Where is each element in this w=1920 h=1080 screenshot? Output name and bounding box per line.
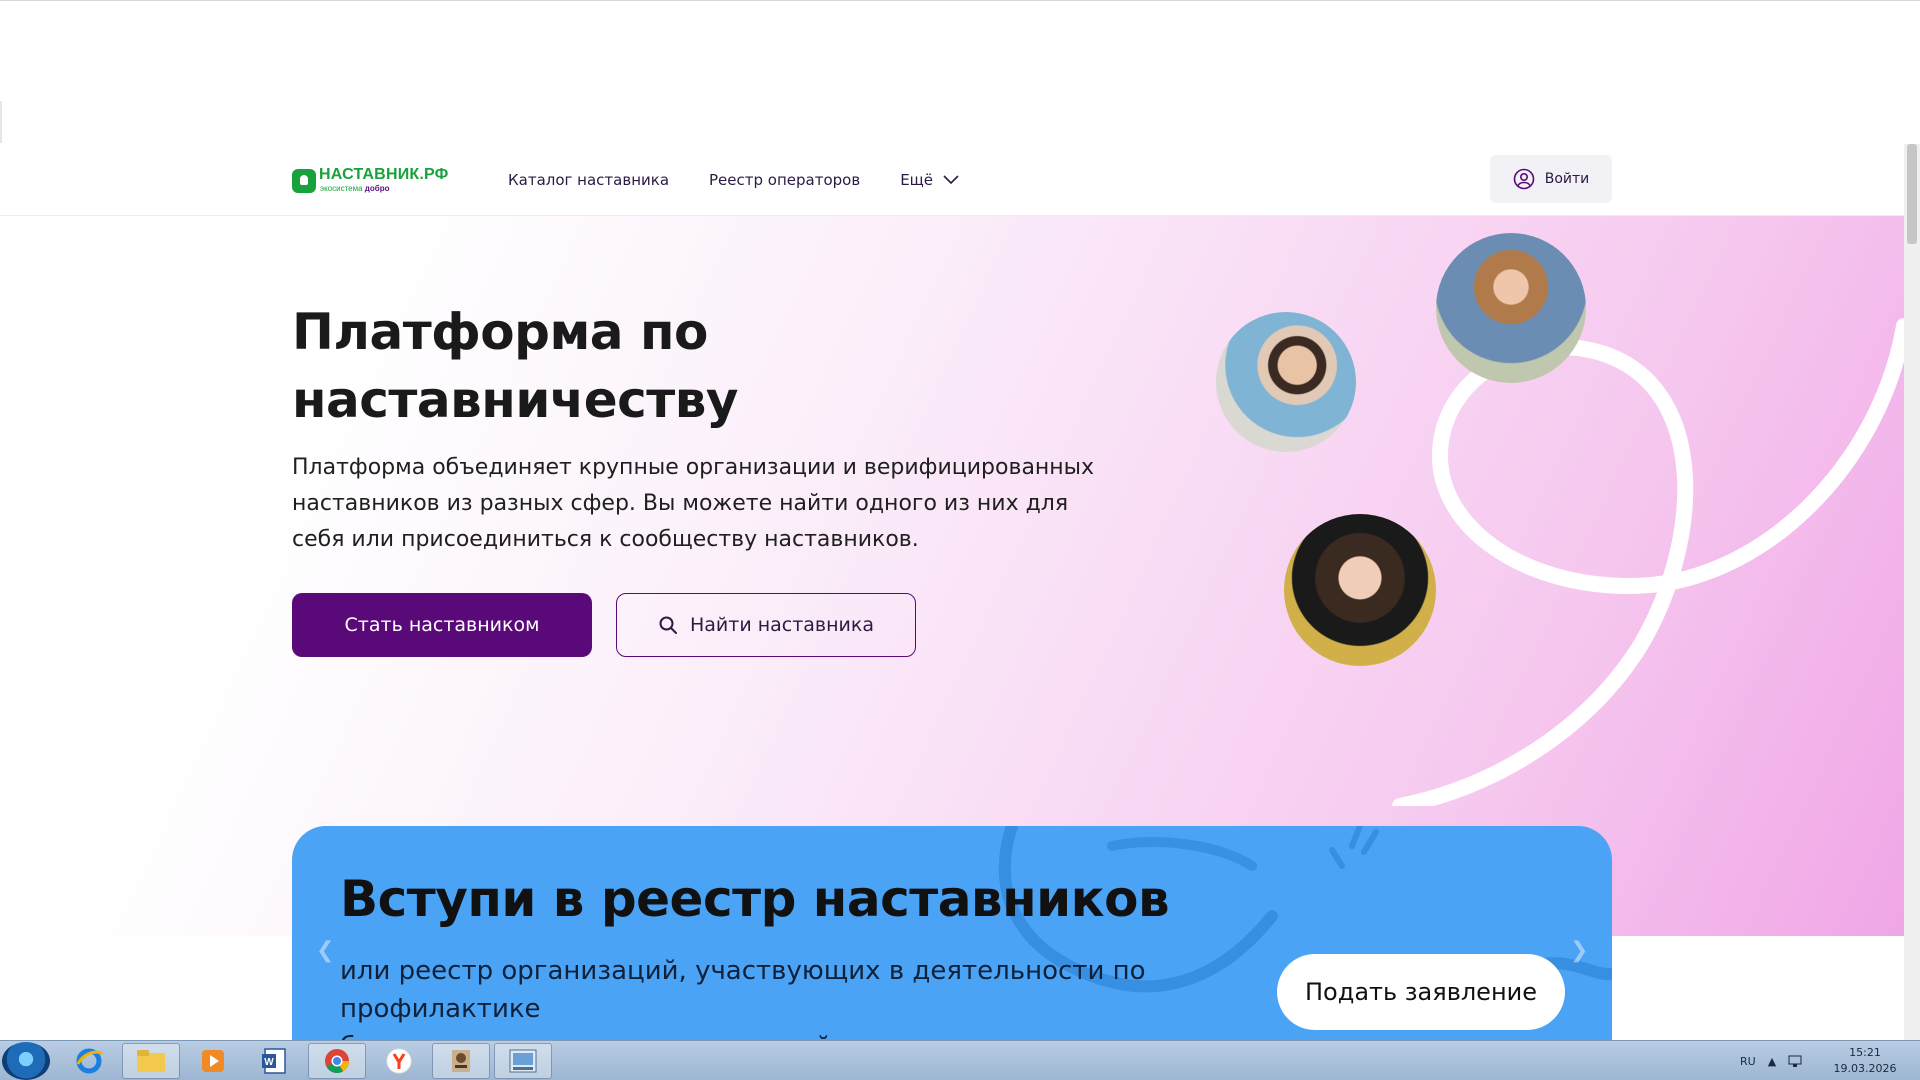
banner-subtitle: или реестр организаций, участвующих в де… [340, 956, 1146, 1040]
svg-text:W: W [264, 1057, 274, 1068]
main-nav: Каталог наставника Реестр операторов Ещё [508, 144, 959, 216]
chevron-left-icon[interactable]: ❮ [316, 938, 334, 963]
banner-title: Вступи в реестр наставников [340, 870, 1170, 928]
file-explorer-icon[interactable] [122, 1043, 180, 1079]
hero-swirl-decoration [1392, 318, 1904, 806]
windows-taskbar: W RU ▲ 15:21 19.03.2026 [0, 1040, 1920, 1080]
nav-more[interactable]: Ещё [900, 171, 959, 189]
avatar-woman-curly [1284, 514, 1436, 666]
login-label: Войти [1544, 171, 1590, 187]
registry-banner: Вступи в реестр наставников или реестр о… [292, 826, 1612, 1040]
avatar-woman-denim [1436, 233, 1586, 383]
system-tray: RU ▲ [1740, 1041, 1804, 1080]
image-viewer-icon[interactable] [494, 1043, 552, 1079]
hero-title: Платформа по наставничеству [292, 303, 738, 429]
web-page: НАСТАВНИК.РФ экосистема добро Каталог на… [0, 144, 1904, 1040]
network-icon[interactable] [1788, 1054, 1804, 1068]
chevron-down-icon [943, 175, 959, 185]
ie-icon[interactable] [60, 1043, 118, 1079]
clock-date: 19.03.2026 [1833, 1062, 1897, 1075]
scrollbar-thumb[interactable] [1907, 144, 1917, 244]
avatar-man [1216, 312, 1356, 452]
dictionary-app-icon[interactable] [432, 1043, 490, 1079]
word-icon[interactable]: W [246, 1043, 304, 1079]
nav-catalog[interactable]: Каталог наставника [508, 171, 669, 189]
find-mentor-label: Найти наставника [689, 614, 875, 636]
logo-badge-icon [292, 169, 316, 193]
page-scrollbar[interactable] [1904, 144, 1920, 1040]
hero-description: Платформа объединяет крупные организации… [292, 455, 1095, 552]
user-circle-icon [1513, 168, 1535, 190]
site-logo[interactable]: НАСТАВНИК.РФ экосистема добро [292, 166, 462, 196]
find-mentor-button[interactable]: Найти наставника [616, 593, 916, 657]
media-player-icon[interactable] [184, 1043, 242, 1079]
browser-blank-area [0, 0, 1920, 144]
search-icon [659, 616, 677, 634]
nav-more-label: Ещё [900, 171, 934, 189]
logo-subtitle: экосистема добро [320, 184, 390, 193]
yandex-browser-icon[interactable] [370, 1043, 428, 1079]
chevron-right-icon[interactable]: ❯ [1570, 938, 1588, 963]
language-indicator[interactable]: RU [1740, 1055, 1756, 1068]
nav-operators-registry[interactable]: Реестр операторов [709, 171, 860, 189]
tray-arrow-icon[interactable]: ▲ [1768, 1055, 1776, 1068]
site-header: НАСТАВНИК.РФ экосистема добро Каталог на… [0, 144, 1904, 216]
become-mentor-button[interactable]: Стать наставником [292, 593, 592, 657]
clock-time: 15:21 [1849, 1046, 1881, 1059]
login-button[interactable]: Войти [1490, 155, 1612, 203]
logo-title: НАСТАВНИК.РФ [319, 166, 449, 183]
chrome-icon[interactable] [308, 1043, 366, 1079]
start-button[interactable] [2, 1042, 50, 1080]
blank-edge-mark [0, 101, 2, 143]
system-clock[interactable]: 15:21 19.03.2026 [1830, 1045, 1900, 1077]
submit-application-button[interactable]: Подать заявление [1277, 954, 1565, 1030]
